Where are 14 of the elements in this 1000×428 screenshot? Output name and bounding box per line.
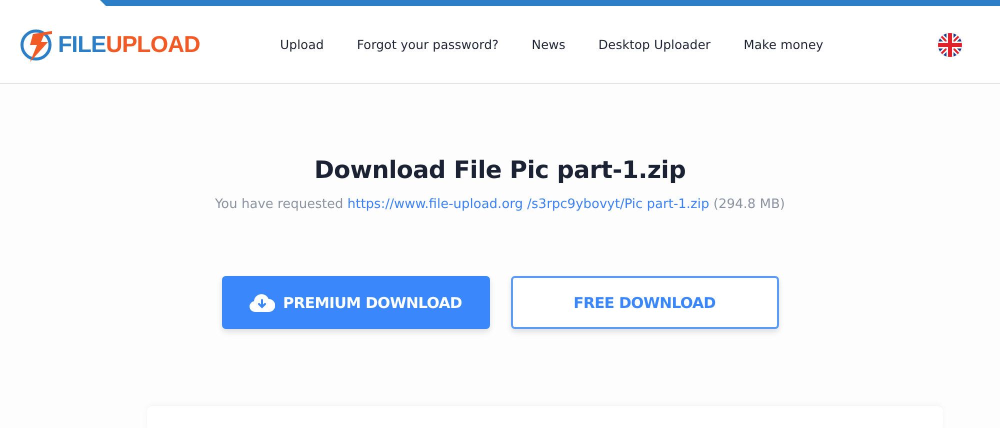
logo-text: FILE: [58, 31, 106, 57]
page-title: Download File Pic part-1.zip: [314, 156, 686, 184]
nav-link[interactable]: Make money: [744, 37, 824, 52]
nav-link[interactable]: Upload: [280, 37, 324, 52]
request-info: You have requested https://www.file-upload.org /s3rpc9ybovyt/Pic part-1.zip (294.8 MB): [214, 197, 786, 212]
premium-download-button[interactable]: PREMIUM DOWNLOAD: [222, 276, 490, 329]
nav-link[interactable]: Forgot your password?: [356, 37, 499, 52]
cloud-download-icon: [249, 292, 276, 314]
uk-flag-icon[interactable]: [938, 32, 962, 56]
nav-link[interactable]: News: [532, 37, 566, 52]
logo-text: UPLOAD: [106, 31, 200, 57]
file-link[interactable]: https://www.file-upload.org /s3rpc9ybovyt/Pic part-1.zip: [347, 197, 710, 212]
nav-link[interactable]: Desktop Uploader: [598, 37, 711, 52]
free-download-button[interactable]: FREE DOWNLOAD: [510, 276, 778, 329]
